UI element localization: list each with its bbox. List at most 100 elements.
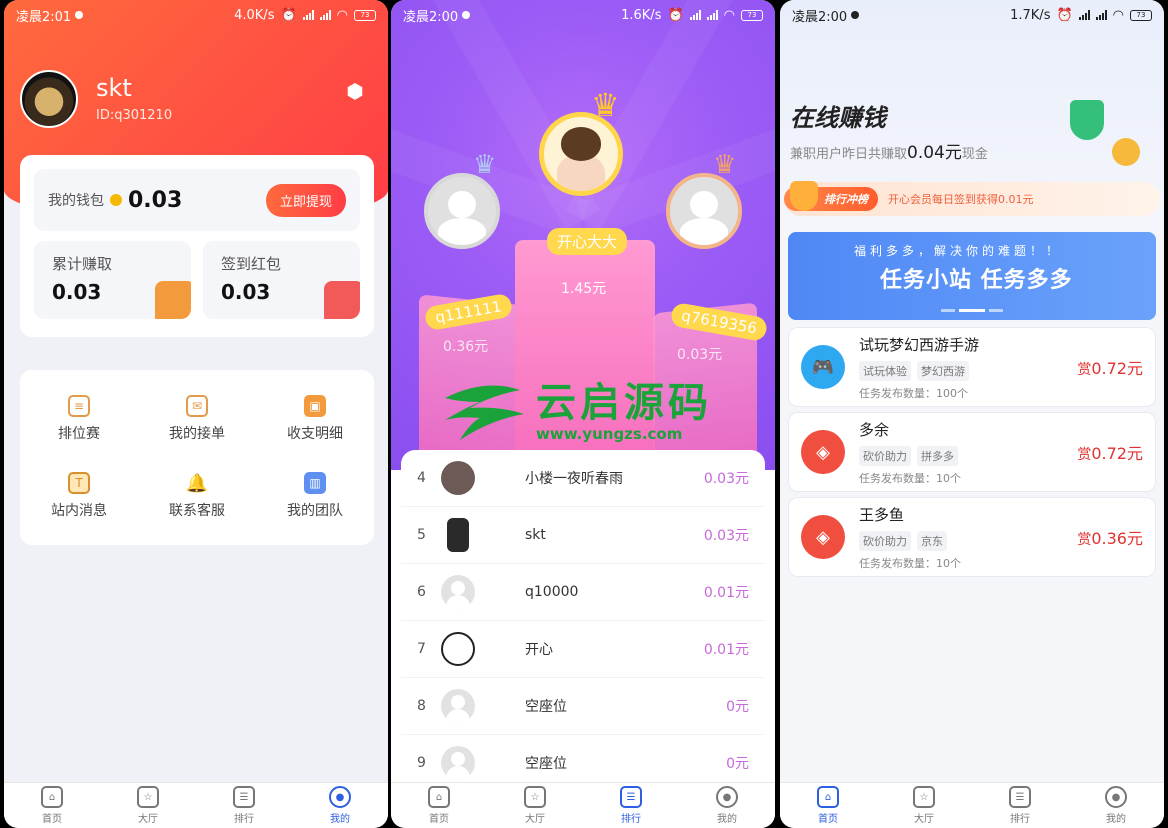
stat-total-earned[interactable]: 累计赚取 0.03 bbox=[34, 241, 191, 319]
list-item[interactable]: 7 开心 0.01元 bbox=[401, 621, 765, 678]
crown-bronze-icon: ♛ bbox=[713, 150, 737, 180]
home-icon: ⌂ bbox=[428, 786, 450, 808]
nav-ranking[interactable]: ☰ 排行 bbox=[196, 783, 292, 828]
record-dot-icon bbox=[462, 11, 471, 19]
wifi-icon: ◠ bbox=[1112, 7, 1124, 23]
task-card[interactable]: ◈ 多余 砍价助力 拼多多 任务发布数量：10个 赏0.72元 bbox=[788, 412, 1156, 492]
user-icon: ● bbox=[329, 786, 351, 808]
first-value: 1.45元 bbox=[561, 281, 607, 297]
tag-icon: ◈ bbox=[801, 430, 845, 474]
menu-item-ranking[interactable]: ≡ 排位赛 bbox=[20, 380, 138, 458]
list-item[interactable]: 4 小楼一夜听春雨 0.03元 bbox=[401, 450, 765, 507]
nav-ranking[interactable]: ☰ 排行 bbox=[583, 783, 679, 828]
task-tag: 砍价助力 bbox=[859, 530, 911, 551]
crown-gold-icon: ♛ bbox=[591, 86, 620, 124]
rank-number: 8 bbox=[417, 698, 426, 714]
task-tags: 砍价助力 拼多多 bbox=[859, 445, 1077, 466]
nav-home[interactable]: ⌂ 首页 bbox=[4, 783, 100, 828]
reward-value: 0.72元 bbox=[1091, 359, 1143, 378]
task-tags: 试玩体验 梦幻西游 bbox=[859, 360, 1077, 381]
ranking-notice[interactable]: 排行冲榜 开心会员每日签到获得0.01元 bbox=[784, 181, 1160, 216]
nav-home[interactable]: ⌂ 首页 bbox=[780, 783, 876, 828]
task-body: 多余 砍价助力 拼多多 任务发布数量：10个 bbox=[859, 419, 1077, 486]
home-icon: ⌂ bbox=[41, 786, 63, 808]
task-card[interactable]: ◈ 王多鱼 砍价助力 京东 任务发布数量：10个 赏0.36元 bbox=[788, 497, 1156, 577]
wallet-card: 我的钱包 0.03 立即提现 累计赚取 0.03 签到红包 0.03 bbox=[20, 155, 374, 337]
menu-item-my-orders[interactable]: ✉ 我的接单 bbox=[138, 380, 256, 458]
record-dot-icon bbox=[75, 11, 84, 19]
menu-item-messages[interactable]: T 站内消息 bbox=[20, 458, 138, 536]
home-icon: ⌂ bbox=[817, 786, 839, 808]
task-name: 试玩梦幻西游手游 bbox=[859, 335, 980, 354]
home-screen: 凌晨2:00 1.7K/s ⏰ ◠ 73 在线赚钱 兼职用户昨日共赚取0.04元… bbox=[780, 0, 1164, 828]
wallet-value: 0.03 bbox=[128, 187, 183, 213]
task-card[interactable]: 🎮 试玩梦幻西游手游 试玩体验 梦幻西游 任务发布数量：100个 赏0.72元 bbox=[788, 327, 1156, 407]
list-item[interactable]: 6 q10000 0.01元 bbox=[401, 564, 765, 621]
list-item[interactable]: 5 skt 0.03元 bbox=[401, 507, 765, 564]
watermark-logo-icon bbox=[440, 378, 530, 448]
nav-ranking[interactable]: ☰ 排行 bbox=[972, 783, 1068, 828]
nav-mine[interactable]: ● 我的 bbox=[1068, 783, 1164, 828]
signal-icon bbox=[302, 10, 314, 20]
nav-home[interactable]: ⌂ 首页 bbox=[391, 783, 487, 828]
avatar-second[interactable] bbox=[424, 173, 500, 249]
banner-line2: 任务小站 任务多多 bbox=[880, 268, 1073, 293]
menu-grid: ≡ 排位赛 ✉ 我的接单 ▣ 收支明细 T 站内消息 🔔 联系客服 ▥ 我的团队 bbox=[20, 370, 374, 545]
wifi-icon: ◠ bbox=[723, 7, 735, 23]
status-speed: 1.6K/s bbox=[621, 7, 662, 23]
avatar bbox=[441, 632, 475, 666]
bottom-nav: ⌂ 首页 ☆ 大厅 ☰ 排行 ● 我的 bbox=[4, 782, 388, 828]
settings-gear-icon[interactable]: ⬢ bbox=[344, 79, 366, 103]
rank-doc-icon: ≡ bbox=[68, 394, 90, 417]
task-reward: 赏0.72元 bbox=[1077, 355, 1143, 379]
task-count: 任务发布数量：100个 bbox=[859, 386, 968, 400]
status-bar: 凌晨2:00 1.7K/s ⏰ ◠ 73 bbox=[780, 0, 1164, 30]
record-dot-icon bbox=[851, 11, 860, 19]
task-tag: 京东 bbox=[917, 530, 947, 551]
rank-name: skt bbox=[525, 527, 546, 543]
menu-label: 我的接单 bbox=[169, 425, 225, 442]
rank-number: 9 bbox=[417, 755, 426, 771]
list-item[interactable]: 8 空座位 0元 bbox=[401, 678, 765, 735]
avatar-third[interactable] bbox=[666, 173, 742, 249]
menu-label: 排位赛 bbox=[58, 425, 100, 442]
third-value: 0.03元 bbox=[677, 347, 723, 363]
stats-row: 累计赚取 0.03 签到红包 0.03 bbox=[34, 241, 360, 319]
rank-value: 0.01元 bbox=[703, 585, 749, 601]
shield-icon bbox=[1070, 100, 1104, 140]
menu-label: 联系客服 bbox=[169, 503, 225, 520]
gamepad-icon: 🎮 bbox=[801, 345, 845, 389]
avatar[interactable] bbox=[20, 70, 78, 128]
nav-mine[interactable]: ● 我的 bbox=[292, 783, 388, 828]
status-time: 凌晨2:01 bbox=[16, 9, 72, 25]
hall-icon: ☆ bbox=[137, 786, 159, 808]
rank-tag: 排行冲榜 bbox=[784, 181, 878, 211]
summary-suffix: 现金 bbox=[961, 147, 988, 162]
nav-label: 首页 bbox=[429, 814, 449, 825]
nav-hall[interactable]: ☆ 大厅 bbox=[100, 783, 196, 828]
menu-item-support[interactable]: 🔔 联系客服 bbox=[138, 458, 256, 536]
menu-item-team[interactable]: ▥ 我的团队 bbox=[256, 458, 374, 536]
promo-banner[interactable]: 福利多多，解决你的难题！！ 任务小站 任务多多 bbox=[788, 232, 1156, 320]
nav-hall[interactable]: ☆ 大厅 bbox=[487, 783, 583, 828]
avatar bbox=[441, 689, 475, 723]
battery-icon: 73 bbox=[354, 9, 376, 21]
menu-item-transactions[interactable]: ▣ 收支明细 bbox=[256, 380, 374, 458]
status-bar: 凌晨2:00 1.6K/s ⏰ ◠ 73 bbox=[391, 0, 775, 30]
nav-label: 排行 bbox=[1010, 814, 1030, 825]
nav-hall[interactable]: ☆ 大厅 bbox=[876, 783, 972, 828]
status-time: 凌晨2:00 bbox=[403, 9, 459, 25]
profile-screen: 凌晨2:01 4.0K/s ⏰ ◠ 73 skt ID:q301210 ⬢ 我的… bbox=[4, 0, 388, 828]
ranking-icon: ☰ bbox=[620, 786, 642, 808]
rank-number: 6 bbox=[417, 584, 426, 600]
avatar-first[interactable] bbox=[539, 112, 623, 196]
task-tag: 拼多多 bbox=[917, 445, 958, 466]
stat-signin-redpacket[interactable]: 签到红包 0.03 bbox=[203, 241, 360, 319]
crown-silver-icon: ♛ bbox=[473, 150, 497, 180]
withdraw-button[interactable]: 立即提现 bbox=[265, 183, 346, 217]
nav-mine[interactable]: ● 我的 bbox=[679, 783, 775, 828]
reward-value: 0.36元 bbox=[1091, 529, 1143, 548]
menu-label: 站内消息 bbox=[51, 503, 107, 520]
status-speed: 1.7K/s bbox=[1010, 7, 1051, 23]
nav-label: 我的 bbox=[1106, 814, 1126, 825]
